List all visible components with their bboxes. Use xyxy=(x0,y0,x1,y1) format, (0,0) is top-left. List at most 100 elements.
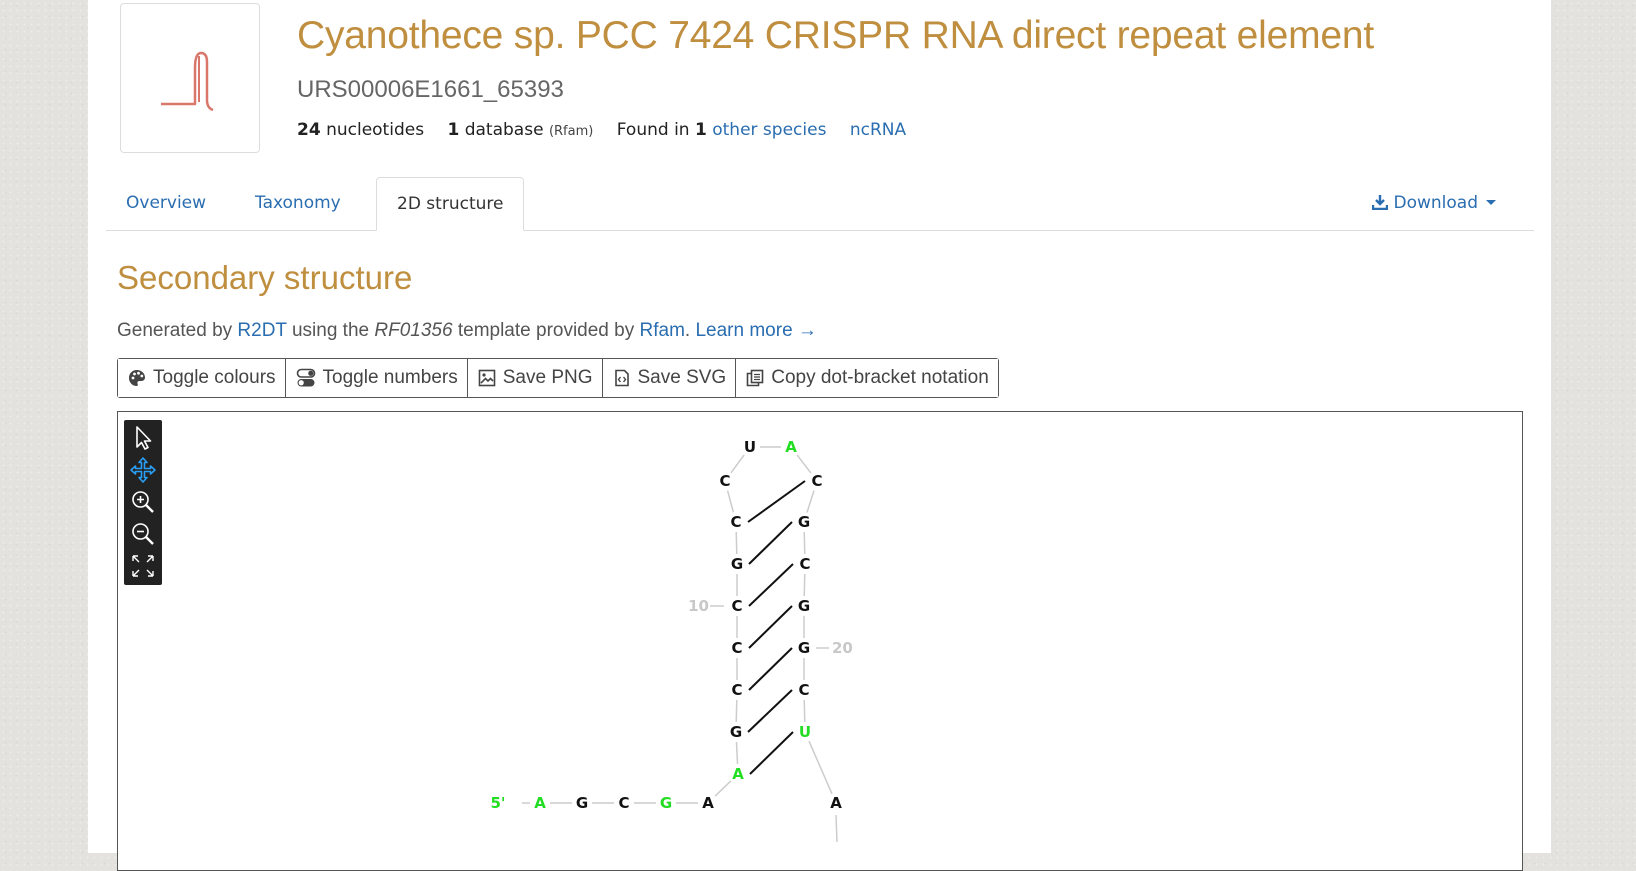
copy-icon xyxy=(746,369,764,387)
base-pair-bond xyxy=(749,731,794,775)
base-pair-bond xyxy=(747,480,806,523)
code-file-icon xyxy=(614,369,629,387)
nucleotide: A xyxy=(534,794,546,812)
nucleotide: A xyxy=(732,765,744,783)
generated-prefix: Generated by xyxy=(117,320,233,341)
nucleotide: C xyxy=(798,681,809,699)
secondary-structure-diagram: 5' A G C G AAGCCCGCCU ACGCGGCUA1020 xyxy=(490,438,853,843)
template-id: RF01356 xyxy=(374,320,453,341)
nucleotide-labels: 5' A G C G AAGCCCGCCU ACGCGGCUA1020 xyxy=(490,438,852,812)
page-title: Cyanothece sp. PCC 7424 CRISPR RNA direc… xyxy=(297,14,1374,57)
copy-dot-bracket-button[interactable]: Copy dot-bracket notation xyxy=(736,359,998,397)
thumbnail-diagram xyxy=(161,51,214,112)
backbone-segment xyxy=(726,490,735,513)
toggle-colours-button[interactable]: Toggle colours xyxy=(118,359,286,397)
nucleotide: C xyxy=(811,472,822,490)
nucleotide: G xyxy=(798,597,810,615)
copy-dot-bracket-label: Copy dot-bracket notation xyxy=(771,367,989,388)
nucleotide: A xyxy=(830,794,842,812)
length-summary: 24 nucleotides xyxy=(297,120,424,140)
urs-identifier: URS00006E1661_65393 xyxy=(297,76,564,103)
save-svg-button[interactable]: Save SVG xyxy=(602,359,737,397)
other-species-link[interactable]: other species xyxy=(712,120,826,140)
nucleotide: C xyxy=(731,597,742,615)
structure-viewer[interactable]: 5' A G C G A A G C C C G C C U A C G C G G C U A 10 20 xyxy=(117,411,1523,871)
backbone-segment xyxy=(796,454,812,474)
position-number-label: 10 xyxy=(688,597,709,615)
nucleotide: G xyxy=(576,794,588,812)
toggle-colours-label: Toggle colours xyxy=(153,367,276,388)
length-value: 24 xyxy=(297,120,321,140)
nucleotide: C xyxy=(731,681,742,699)
base-pair-bond xyxy=(748,605,793,649)
nucleotide: A xyxy=(785,438,797,456)
nucleotide: A xyxy=(702,794,714,812)
sentence-period: . xyxy=(684,320,691,341)
section-title: Secondary structure xyxy=(117,259,413,296)
rna-type-link[interactable]: ncRNA xyxy=(850,120,906,140)
template-suffix: template provided by xyxy=(457,320,635,341)
nucleotide: G xyxy=(731,555,743,573)
backbone-segment xyxy=(808,740,833,795)
database-summary: 1 database (Rfam) xyxy=(447,120,593,140)
backbone-segment xyxy=(735,699,738,723)
using-text: using the xyxy=(291,320,370,341)
five-prime-label: 5' xyxy=(490,794,505,812)
nucleotide: C xyxy=(731,639,742,657)
nucleotide: U xyxy=(744,438,756,456)
download-label: Download xyxy=(1393,193,1478,213)
save-png-button[interactable]: Save PNG xyxy=(467,359,603,397)
position-number-label: 20 xyxy=(832,639,853,657)
nucleotide: G xyxy=(798,639,810,657)
save-svg-label: Save SVG xyxy=(637,367,727,388)
toggle-numbers-button[interactable]: Toggle numbers xyxy=(285,359,468,397)
found-prefix: Found in xyxy=(616,120,690,140)
page: Cyanothece sp. PCC 7424 CRISPR RNA direc… xyxy=(88,0,1551,871)
backbone-segment xyxy=(835,814,838,843)
backbone-and-pairs xyxy=(522,446,838,843)
length-label: nucleotides xyxy=(326,120,425,140)
toggle-numbers-label: Toggle numbers xyxy=(322,367,458,388)
r2dt-link[interactable]: R2DT xyxy=(237,320,286,341)
backbone-segment xyxy=(735,741,739,765)
palette-icon xyxy=(129,370,145,386)
nucleotide: C xyxy=(730,513,741,531)
tab-bar: Overview Taxonomy 2D structure Download xyxy=(106,177,1534,231)
base-pair-bond xyxy=(748,563,794,607)
generated-by-text: Generated by R2DT using the RF01356 temp… xyxy=(117,320,817,342)
download-icon xyxy=(1372,195,1389,211)
base-pair-bond xyxy=(748,647,793,691)
base-pair-bond xyxy=(748,521,793,565)
download-dropdown[interactable]: Download xyxy=(1372,177,1496,229)
nucleotide: U xyxy=(799,723,811,741)
db-source: (Rfam) xyxy=(548,124,594,139)
backbone-segment xyxy=(714,780,732,797)
tab-2d-structure[interactable]: 2D structure xyxy=(376,177,525,231)
save-png-label: Save PNG xyxy=(502,367,593,388)
image-icon xyxy=(478,369,496,387)
found-count: 1 xyxy=(694,120,707,140)
nucleotide: G xyxy=(798,513,810,531)
rfam-link[interactable]: Rfam xyxy=(640,320,685,341)
toggle-icon xyxy=(296,368,315,387)
base-pair-bond xyxy=(747,689,793,733)
backbone-segment xyxy=(803,573,806,597)
backbone-segment xyxy=(730,454,745,474)
tab-taxonomy[interactable]: Taxonomy xyxy=(235,177,361,229)
structure-thumbnail[interactable] xyxy=(120,3,260,153)
tab-overview[interactable]: Overview xyxy=(106,177,226,229)
backbone-segment xyxy=(803,531,806,555)
chevron-down-icon xyxy=(1486,200,1496,205)
db-label: database xyxy=(464,120,544,140)
backbone-segment xyxy=(806,490,815,513)
nucleotide: C xyxy=(618,794,629,812)
learn-more-link[interactable]: Learn more → xyxy=(695,320,816,341)
summary-line: 24 nucleotides 1 database (Rfam) Found i… xyxy=(297,120,906,140)
nucleotide: C xyxy=(719,472,730,490)
backbone-segment xyxy=(735,531,738,555)
backbone-segment xyxy=(803,699,806,723)
nucleotide: G xyxy=(660,794,672,812)
species-summary: Found in 1 other species xyxy=(617,120,827,140)
structure-toolbar: Toggle colours Toggle numbers Save PNG S… xyxy=(117,358,999,398)
db-count: 1 xyxy=(447,120,460,140)
